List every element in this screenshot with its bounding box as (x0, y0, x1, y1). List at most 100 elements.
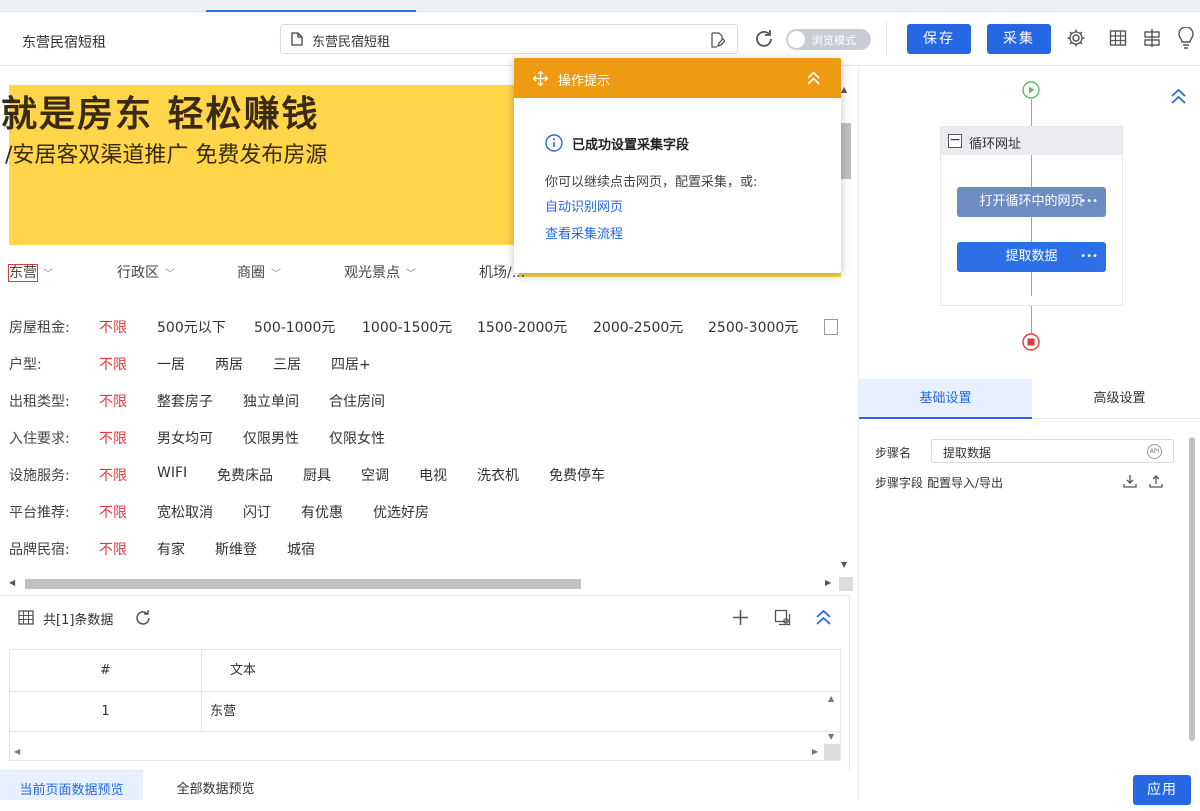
tab-current-page-preview[interactable]: 当前页面数据预览 (0, 770, 143, 800)
filter-option[interactable]: 不限 (99, 391, 127, 411)
export-icon[interactable] (1149, 474, 1163, 488)
scroll-left-arrow-icon[interactable]: ◀ (14, 747, 20, 756)
filter-option[interactable]: 1000-1500元 (362, 317, 452, 337)
scroll-left-arrow-icon[interactable]: ◀ (9, 578, 15, 587)
filter-option[interactable]: 有家 (157, 539, 185, 559)
table-icon[interactable] (1109, 29, 1127, 47)
custom-price-input[interactable] (824, 319, 838, 335)
move-icon[interactable] (533, 71, 548, 86)
filter-option[interactable]: 免费停车 (549, 465, 605, 485)
filter-option[interactable]: 不限 (99, 502, 127, 522)
vertical-scrollbar[interactable]: ▲ ▼ (839, 85, 853, 575)
collapse-icon[interactable] (1170, 88, 1187, 105)
column-header-index: # (10, 650, 202, 691)
collect-button[interactable]: 采集 (987, 24, 1051, 54)
filter-option[interactable]: 四居+ (331, 354, 371, 374)
scroll-down-arrow-icon[interactable]: ▼ (828, 732, 834, 741)
loop-header[interactable]: − 循环网址 (941, 127, 1122, 155)
table-row[interactable]: 1 东营 (10, 692, 840, 732)
column-header-text[interactable]: 文本 (230, 650, 256, 691)
edit-icon[interactable] (709, 32, 725, 48)
nav-item-attractions[interactable]: 观光景点 ﹀ (344, 262, 416, 282)
filter-option[interactable]: 仅限女性 (329, 428, 385, 448)
filter-option[interactable]: WIFI (157, 465, 187, 481)
filter-option[interactable]: 不限 (99, 354, 127, 374)
filter-option[interactable]: 1500-2000元 (477, 317, 567, 337)
auto-detect-link[interactable]: 自动识别网页 (545, 196, 623, 215)
filter-option[interactable]: 不限 (99, 428, 127, 448)
horizontal-scrollbar[interactable]: ◀ ▶ (9, 577, 837, 591)
save-button[interactable]: 保存 (907, 24, 971, 54)
import-icon[interactable] (1123, 474, 1137, 488)
filter-option[interactable]: 不限 (99, 539, 127, 559)
bulb-icon[interactable] (1177, 27, 1195, 49)
settings-scrollbar[interactable] (1189, 437, 1195, 741)
filter-option[interactable]: 一居 (157, 354, 185, 374)
gear-icon[interactable] (1066, 28, 1086, 48)
scrollbar-thumb[interactable] (25, 579, 581, 589)
more-icon[interactable]: ••• (1080, 187, 1098, 217)
nav-item-business-area[interactable]: 商圈 ﹀ (237, 262, 281, 282)
scroll-up-arrow-icon[interactable]: ▲ (828, 694, 834, 703)
add-icon[interactable] (732, 609, 749, 626)
filter-option[interactable]: 三居 (273, 354, 301, 374)
filter-option[interactable]: 独立单间 (243, 391, 299, 411)
refresh-icon[interactable] (753, 28, 775, 50)
filter-option[interactable]: 闪订 (243, 502, 271, 522)
filter-option[interactable]: 不限 (99, 465, 127, 485)
filter-option[interactable]: 宽松取消 (157, 502, 213, 522)
tab-all-data-preview[interactable]: 全部数据预览 (143, 770, 288, 800)
scroll-right-arrow-icon[interactable]: ▶ (812, 747, 818, 756)
filter-option[interactable]: 合住房间 (329, 391, 385, 411)
filter-option[interactable]: 两居 (215, 354, 243, 374)
step-name-input[interactable]: 提取数据 API (931, 439, 1174, 463)
filter-option[interactable]: 不限 (99, 317, 127, 337)
layout-icon[interactable] (1143, 28, 1161, 48)
loop-block[interactable]: − 循环网址 打开循环中的网页 ••• 提取数据 ••• (940, 126, 1123, 306)
api-icon[interactable]: API (1147, 444, 1162, 459)
collapse-icon[interactable] (815, 609, 832, 626)
view-flow-link[interactable]: 查看采集流程 (545, 223, 623, 242)
filter-option[interactable]: 整套房子 (157, 391, 213, 411)
url-box[interactable]: 东营民宿短租 (280, 24, 738, 54)
filter-option[interactable]: 男女均可 (157, 428, 213, 448)
filter-option[interactable]: 仅限男性 (243, 428, 299, 448)
filter-option[interactable]: 洗衣机 (477, 465, 519, 485)
flow-node-open-page[interactable]: 打开循环中的网页 ••• (957, 187, 1106, 217)
filter-option[interactable]: 城宿 (287, 539, 315, 559)
filter-option[interactable]: 免费床品 (217, 465, 273, 485)
browse-mode-toggle[interactable]: 浏览模式 (786, 29, 871, 50)
nav-item-dongying[interactable]: 东营 ﹀ (8, 262, 53, 282)
scroll-up-arrow-icon[interactable]: ▲ (841, 85, 847, 94)
scroll-right-arrow-icon[interactable]: ▶ (825, 578, 831, 587)
copy-settings-icon[interactable] (774, 609, 792, 627)
filter-option[interactable]: 500-1000元 (254, 317, 335, 337)
filter-option[interactable]: 斯维登 (215, 539, 257, 559)
tab-advanced-settings[interactable]: 高级设置 (1033, 379, 1200, 419)
start-icon[interactable] (1022, 81, 1040, 99)
apply-button[interactable]: 应用 (1133, 775, 1191, 805)
more-icon[interactable]: ••• (1080, 242, 1098, 272)
stop-icon[interactable] (1022, 333, 1040, 351)
scroll-down-arrow-icon[interactable]: ▼ (841, 560, 847, 569)
cell-text[interactable]: 东营 (210, 692, 236, 731)
collapse-toggle-icon[interactable]: − (948, 133, 962, 148)
filter-option[interactable]: 有优惠 (301, 502, 343, 522)
filter-option[interactable]: 2000-2500元 (593, 317, 683, 337)
table-vertical-scrollbar[interactable]: ▲ ▼ (824, 692, 840, 744)
filter-option[interactable]: 500元以下 (157, 317, 226, 337)
nav-item-district[interactable]: 行政区 ﹀ (117, 262, 175, 282)
scrollbar-thumb[interactable] (841, 123, 851, 179)
hint-header[interactable]: 操作提示 (514, 58, 841, 98)
tab-basic-settings[interactable]: 基础设置 (859, 379, 1032, 419)
filter-option[interactable]: 空调 (361, 465, 389, 485)
collapse-icon[interactable] (806, 71, 821, 85)
banner[interactable]: 就是房东 轻松赚钱 /安居客双渠道推广 免费发布房源 (1, 85, 519, 245)
filter-option[interactable]: 电视 (419, 465, 447, 485)
refresh-icon[interactable] (134, 609, 152, 627)
filter-option[interactable]: 厨具 (303, 465, 331, 485)
flow-node-extract-data[interactable]: 提取数据 ••• (957, 242, 1106, 272)
filter-option[interactable]: 优选好房 (373, 502, 429, 522)
table-horizontal-scrollbar[interactable]: ◀ ▶ (14, 744, 824, 760)
filter-option[interactable]: 2500-3000元 (708, 317, 798, 337)
